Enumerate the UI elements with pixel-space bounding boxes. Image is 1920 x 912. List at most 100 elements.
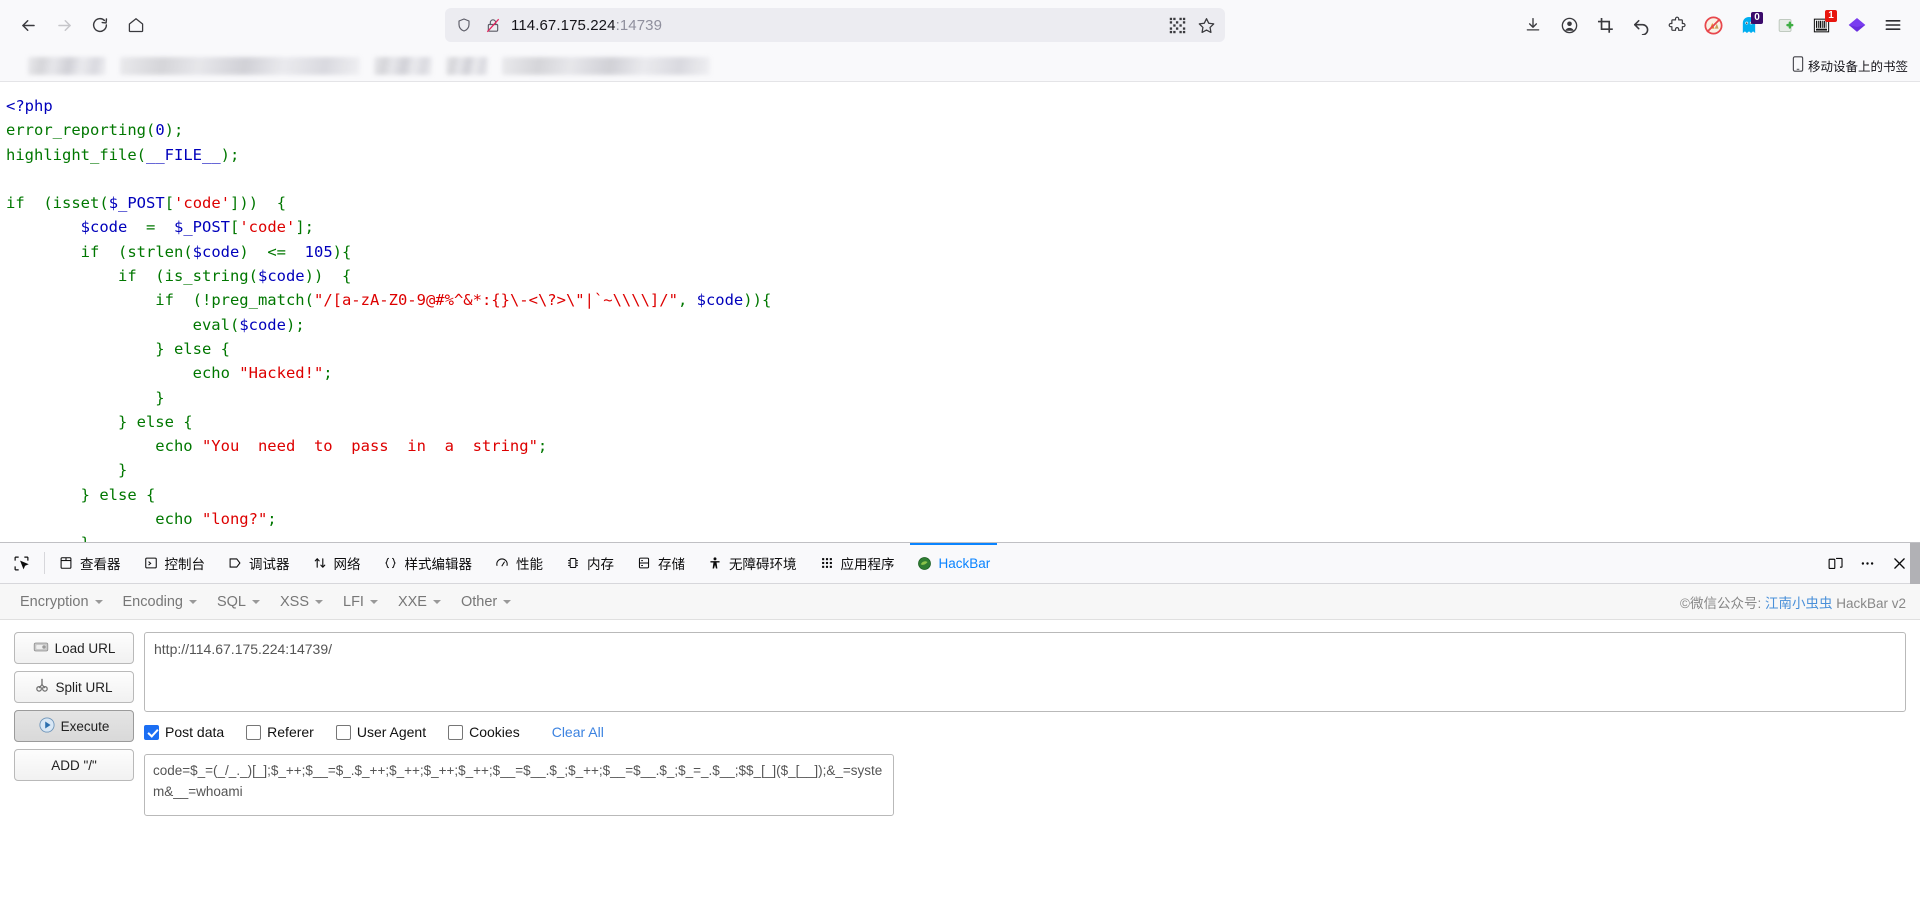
- code-token: ;: [537, 437, 548, 456]
- bookmarks-toolbar: 移动设备上的书签: [0, 50, 1920, 82]
- scanner-icon[interactable]: 1: [1804, 9, 1838, 41]
- hackbar-menu-label: XSS: [280, 593, 310, 610]
- extension-puzzle-icon[interactable]: [1660, 9, 1694, 41]
- post-data-input[interactable]: [144, 754, 894, 816]
- code-token: <?php: [6, 97, 53, 115]
- code-token: 0: [155, 121, 165, 140]
- checkbox-post-data[interactable]: Post data: [144, 724, 224, 740]
- tabbar-separator: [44, 552, 45, 574]
- code-token: 'code': [239, 218, 296, 237]
- code-token: if (: [6, 242, 128, 261]
- hackbar-menu-sql[interactable]: SQL: [207, 590, 270, 614]
- devtools-tab-label: 网络: [333, 557, 361, 572]
- devtools-tab-application[interactable]: 应用程序: [808, 543, 906, 583]
- ghostery-icon[interactable]: 0: [1732, 9, 1766, 41]
- code-token: )){: [743, 291, 772, 310]
- account-icon[interactable]: [1552, 9, 1586, 41]
- code-token: $code: [192, 242, 240, 261]
- checkbox-cookies[interactable]: Cookies: [448, 724, 520, 740]
- reload-button[interactable]: [82, 8, 118, 42]
- screenshot-icon[interactable]: [1588, 9, 1622, 41]
- execute-button[interactable]: Execute: [14, 710, 134, 742]
- devtools-tab-label: 性能: [516, 557, 543, 572]
- more-options-icon[interactable]: [1852, 549, 1882, 577]
- devtools-tab-performance[interactable]: 性能: [483, 543, 554, 583]
- diamond-icon[interactable]: [1840, 9, 1874, 41]
- hackbar-menu-encoding[interactable]: Encoding: [113, 590, 207, 614]
- bookmark-item[interactable]: [28, 56, 106, 75]
- insecure-lock-icon[interactable]: [482, 14, 504, 36]
- bookmark-item[interactable]: [120, 56, 360, 75]
- code-token: ): [164, 121, 175, 140]
- console-icon: [143, 555, 159, 571]
- devtools-tab-accessibility[interactable]: 无障碍环境: [696, 543, 808, 583]
- bookmark-star-icon[interactable]: [1195, 14, 1217, 36]
- devtools-scrollbar[interactable]: [1910, 543, 1920, 587]
- devtools-tab-memory[interactable]: 内存: [554, 543, 625, 583]
- devtools-tab-storage[interactable]: 存储: [625, 543, 696, 583]
- code-token: $_POST: [108, 194, 165, 213]
- devtools-tab-hackbar[interactable]: HackBar: [906, 543, 1002, 583]
- bookmark-item[interactable]: [374, 56, 432, 75]
- devtools-tab-style-editor[interactable]: 样式编辑器: [372, 543, 484, 583]
- forward-button[interactable]: [46, 8, 82, 42]
- checkbox-box[interactable]: [144, 724, 159, 740]
- hackbar-menu-other[interactable]: Other: [451, 590, 521, 614]
- split-url-button[interactable]: Split URL: [14, 671, 134, 703]
- code-line: echo "long?";: [6, 507, 1920, 531]
- storage-icon: [636, 555, 652, 571]
- code-token: [: [164, 194, 175, 213]
- add-slash-button[interactable]: ADD "/": [14, 749, 134, 781]
- back-button[interactable]: [10, 8, 46, 42]
- code-token: error_reporting: [6, 121, 146, 140]
- url-input[interactable]: [144, 632, 1906, 712]
- code-token: ])) {: [230, 194, 287, 213]
- devtools-tab-inspector[interactable]: 查看器: [47, 543, 132, 583]
- checkbox-referer[interactable]: Referer: [246, 724, 314, 740]
- undo-close-tab-icon[interactable]: [1624, 9, 1658, 41]
- home-button[interactable]: [118, 8, 154, 42]
- ghostery-badge: 0: [1751, 12, 1763, 24]
- hackbar-brand: ©微信公众号: 江南小虫虫 HackBar v2: [1680, 592, 1906, 612]
- code-line: eval($code);: [6, 313, 1920, 337]
- hackbar-menu-lfi[interactable]: LFI: [333, 590, 388, 614]
- qr-code-icon[interactable]: [1166, 14, 1188, 36]
- urlbar[interactable]: 114.67.175.224:14739: [445, 8, 1225, 42]
- code-token: ;: [267, 510, 277, 529]
- devtools-tab-console[interactable]: 控制台: [132, 543, 217, 583]
- shield-icon[interactable]: [453, 14, 475, 36]
- adblock-disabled-icon[interactable]: [1696, 9, 1730, 41]
- code-token: preg_match: [211, 291, 305, 310]
- code-token: [: [230, 218, 240, 237]
- app-menu-icon[interactable]: [1876, 9, 1910, 41]
- element-picker-icon[interactable]: [0, 543, 42, 583]
- checkbox-user-agent[interactable]: User Agent: [335, 724, 426, 740]
- load-url-button[interactable]: Load URL: [14, 632, 134, 664]
- devtools-tab-label: 存储: [658, 557, 685, 572]
- checkbox-box[interactable]: [335, 724, 351, 740]
- devtools-tab-label: 应用程序: [840, 557, 895, 572]
- hackbar-panel: Encryption Encoding SQL XSS LFI XXE Other ©微信公…: [0, 584, 1920, 912]
- devtools-tab-network[interactable]: 网络: [301, 543, 372, 583]
- dock-toggle-icon[interactable]: [1820, 549, 1850, 577]
- bookmark-item[interactable]: [446, 56, 488, 75]
- code-line: echo "You need to pass in a string";: [6, 434, 1920, 458]
- code-token: echo: [6, 510, 202, 529]
- hackbar-menu-xss[interactable]: XSS: [270, 590, 333, 614]
- checkbox-box[interactable]: [246, 724, 262, 740]
- bookmark-item[interactable]: [502, 56, 710, 75]
- checkbox-box[interactable]: [448, 724, 464, 740]
- mobile-bookmarks-folder[interactable]: 移动设备上的书签: [1792, 56, 1908, 75]
- downloads-icon[interactable]: [1516, 9, 1550, 41]
- hackbar-menu-encryption[interactable]: Encryption: [10, 590, 113, 614]
- style-editor-icon: [383, 555, 399, 571]
- code-token: (: [304, 291, 314, 310]
- code-line: if (isset($_POST['code'])) {: [6, 191, 1920, 215]
- code-token: "Hacked!": [239, 364, 324, 383]
- add-note-icon[interactable]: [1768, 9, 1802, 41]
- devtools-tab-debugger[interactable]: 调试器: [216, 543, 301, 583]
- code-token: } else {: [6, 339, 230, 358]
- devtools-tabbar: 查看器 控制台 调试器 网络 样式编辑器 性能 内存 存储 无障碍环境 应用程序 HackBar: [0, 543, 1920, 587]
- clear-all-link[interactable]: Clear All: [552, 724, 604, 740]
- hackbar-menu-xxe[interactable]: XXE: [388, 590, 451, 614]
